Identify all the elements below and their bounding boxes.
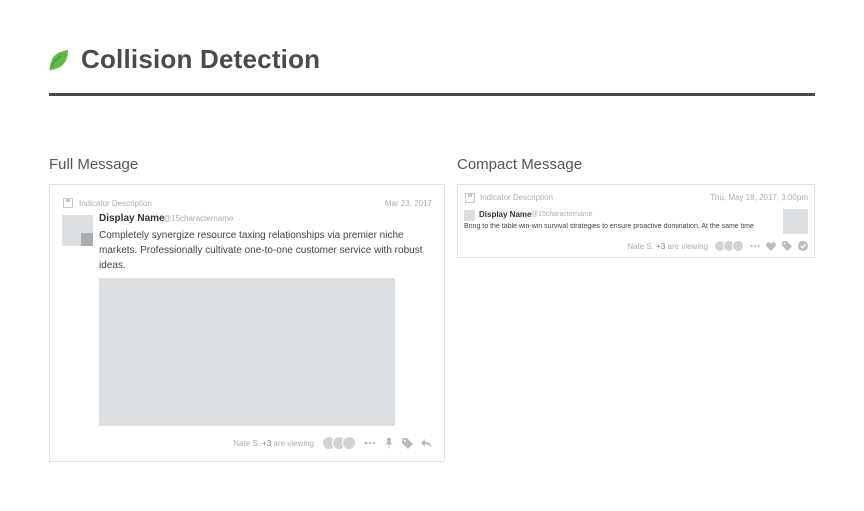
tag-icon[interactable] (782, 241, 792, 251)
full-message-card[interactable]: Indicator Description Mar 23, 2017 Displ… (49, 184, 445, 462)
compact-message-heading: Compact Message (457, 156, 583, 173)
header-divider (49, 93, 815, 96)
tag-icon[interactable] (402, 437, 413, 449)
page-title: Collision Detection (81, 44, 321, 74)
heart-icon[interactable] (766, 241, 776, 251)
image-attachment[interactable] (99, 278, 395, 426)
indicator-icon (465, 193, 475, 203)
image-thumbnail[interactable] (783, 209, 808, 234)
avatar[interactable] (464, 210, 475, 221)
full-message-heading: Full Message (49, 156, 139, 173)
viewing-indicator: Nate S. +3 are viewing (627, 242, 708, 251)
message-footer: Nate S. +3 are viewing (233, 436, 432, 450)
more-icon[interactable] (750, 244, 760, 248)
display-name[interactable]: Display Name (479, 210, 531, 219)
viewing-name: Nate S. (627, 241, 654, 251)
page-header: Collision Detection (49, 42, 815, 98)
indicator-icon (63, 198, 73, 208)
viewer-avatars[interactable] (322, 436, 356, 450)
indicator-description: Indicator Description (480, 193, 553, 202)
message-date: Mar 23, 2017 (384, 199, 432, 208)
pin-icon[interactable] (384, 437, 394, 449)
user-handle: @15charactername (531, 211, 593, 218)
viewing-name: Nate S. (233, 438, 260, 448)
viewer-avatar (342, 436, 356, 450)
message-body: Completely synergize resource taxing rel… (99, 230, 423, 271)
viewer-avatars[interactable] (714, 240, 744, 252)
viewing-suffix: are viewing (667, 241, 708, 251)
display-name[interactable]: Display Name (99, 213, 165, 224)
viewing-indicator: Nate S. +3 are viewing (233, 439, 314, 448)
message-date: Thu, May 18, 2017, 3:00pm (710, 193, 808, 202)
leaf-logo-icon (49, 50, 68, 71)
compact-message-card[interactable]: Indicator Description Thu, May 18, 2017,… (457, 184, 815, 258)
more-icon[interactable] (364, 441, 376, 445)
message-body: Bring to the table win-win survival stra… (464, 223, 754, 230)
viewer-avatar (732, 240, 744, 252)
reply-icon[interactable] (421, 438, 432, 448)
indicator-description: Indicator Description (79, 199, 152, 208)
viewing-more-count: +3 (262, 438, 272, 448)
message-footer: Nate S. +3 are viewing (627, 240, 808, 252)
user-handle: @15charactername (163, 214, 234, 223)
viewing-more-count: +3 (656, 241, 666, 251)
avatar-status-badge (81, 233, 93, 246)
viewing-suffix: are viewing (273, 438, 314, 448)
check-circle-icon[interactable] (798, 241, 808, 251)
